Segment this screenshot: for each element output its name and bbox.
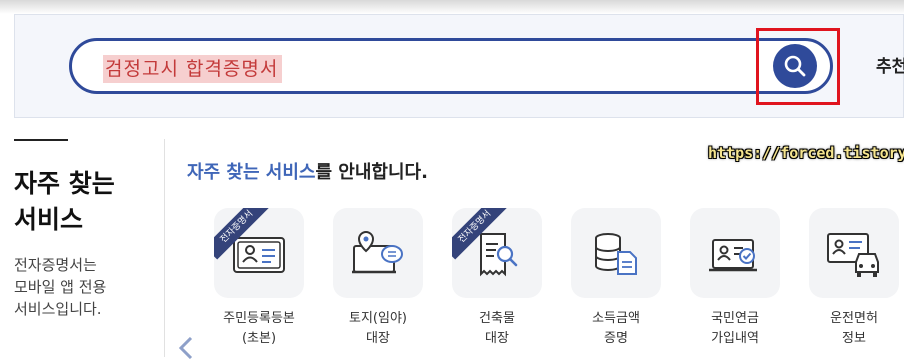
service-label[interactable]: 운전면허 정보 xyxy=(789,309,904,349)
service-label[interactable]: 소득금액 증명 xyxy=(551,309,681,349)
headline-accent: 자주 찾는 서비스 xyxy=(187,162,316,183)
sidebar-description: 전자증명서는 모바일 앱 전용 서비스입니다. xyxy=(14,254,154,320)
land-map-icon xyxy=(352,230,403,274)
recommend-label[interactable]: 추천 xyxy=(876,52,904,77)
service-tile[interactable]: 전자증명서 xyxy=(214,208,304,298)
service-tile[interactable]: 전자증명서 xyxy=(452,208,542,298)
chevron-left-icon[interactable] xyxy=(176,337,196,359)
sidebar-desc-line: 전자증명서는 xyxy=(14,256,97,274)
service-label[interactable]: 국민연금 가입내역 xyxy=(670,309,800,349)
income-certificate-icon xyxy=(595,233,637,275)
title-rule xyxy=(14,139,68,141)
search-input[interactable]: 검정고시 합격증명서 xyxy=(69,38,833,94)
search-query-text: 검정고시 합격증명서 xyxy=(103,55,283,83)
driver-license-icon xyxy=(827,233,879,277)
sidebar-title-line: 자주 찾는 xyxy=(14,169,115,198)
service-tile[interactable] xyxy=(571,208,661,298)
sidebar-title: 자주 찾는 서비스 xyxy=(14,166,154,238)
service-tile[interactable] xyxy=(690,208,780,298)
service-tile[interactable] xyxy=(333,208,423,298)
pension-icon xyxy=(709,239,757,272)
sidebar-desc-line: 서비스입니다. xyxy=(14,300,102,318)
headline-rest: 를 안내합니다. xyxy=(315,162,428,183)
section-headline: 자주 찾는 서비스를 안내합니다. xyxy=(187,158,428,184)
watermark-text: https://forced.tistory.com xyxy=(708,144,904,162)
panel-divider xyxy=(164,139,165,357)
service-label[interactable]: 주민등록등본 (초본) xyxy=(194,309,324,349)
service-label[interactable]: 건축물 대장 xyxy=(432,309,562,349)
highlight-box xyxy=(756,28,840,105)
service-tile[interactable] xyxy=(809,208,899,298)
service-label[interactable]: 토지(임야) 대장 xyxy=(313,309,443,349)
sidebar-desc-line: 모바일 앱 전용 xyxy=(14,278,107,296)
sidebar-title-line: 서비스 xyxy=(14,205,84,234)
top-shadow xyxy=(0,0,904,14)
